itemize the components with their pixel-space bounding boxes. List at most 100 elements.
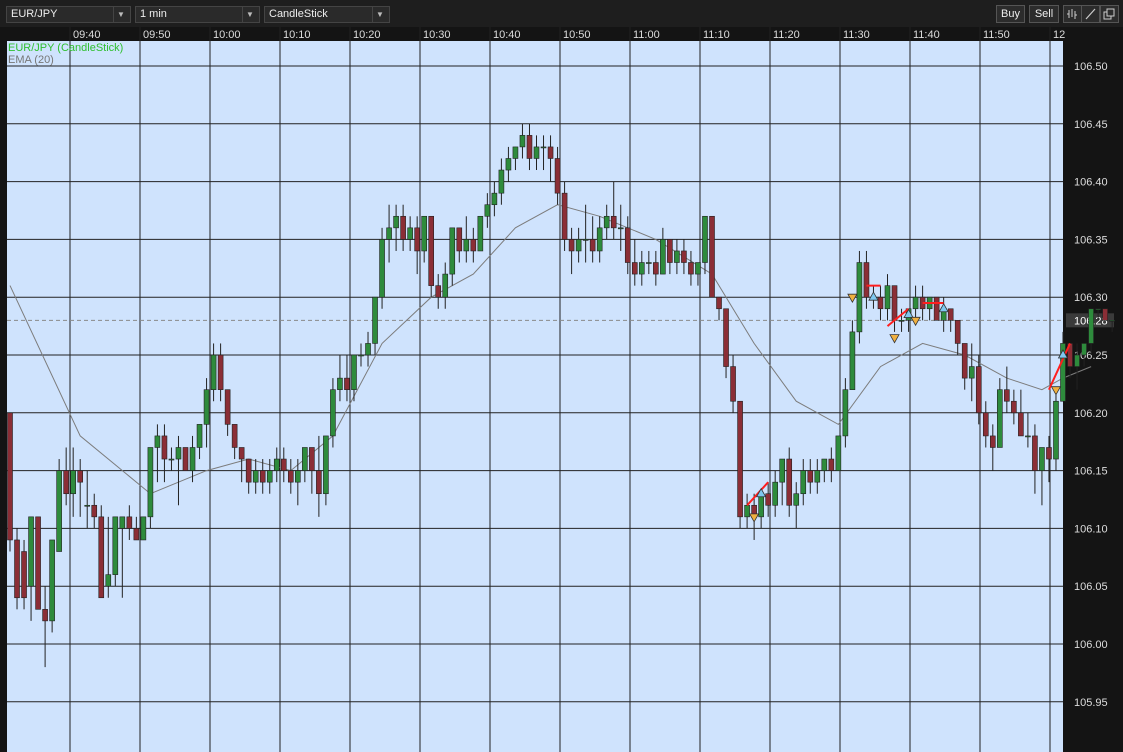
- x-tick-label: 10:40: [493, 29, 521, 41]
- candle-body: [1046, 447, 1052, 460]
- candle-body: [898, 320, 905, 322]
- candle-body: [189, 447, 196, 471]
- series-legend: EUR/JPY (CandleStick): [8, 42, 123, 54]
- candle-body: [1018, 412, 1024, 437]
- candle-body: [933, 296, 940, 321]
- candle-body: [695, 262, 701, 275]
- candle-body: [14, 539, 20, 599]
- candle-body: [63, 470, 69, 495]
- candle-body: [617, 227, 624, 230]
- candle-body: [975, 366, 982, 414]
- candle-body: [231, 424, 238, 448]
- candle-body: [414, 227, 420, 252]
- candle-body: [582, 239, 589, 241]
- candle-body: [554, 158, 561, 194]
- candle-body: [273, 458, 280, 471]
- y-tick-label: 106.20: [1074, 408, 1108, 420]
- candle-body: [477, 215, 484, 252]
- candle-body: [1053, 400, 1059, 460]
- candle-body: [126, 516, 133, 529]
- bars-icon[interactable]: [1063, 5, 1082, 23]
- candle-body: [259, 470, 266, 483]
- interval-select[interactable]: 1 min ▼: [135, 6, 260, 23]
- ema-legend: EMA (20): [8, 54, 54, 66]
- candle-body: [624, 227, 631, 263]
- toolbar: EUR/JPY ▼ 1 min ▼ CandleStick ▼ Buy Sell: [0, 0, 1123, 27]
- candle-body: [428, 215, 435, 286]
- x-tick-label: 11:20: [773, 29, 800, 41]
- chevron-down-icon: ▼: [372, 7, 387, 22]
- popout-icon[interactable]: [1100, 5, 1119, 23]
- candle-body: [512, 146, 519, 159]
- candle-body: [849, 331, 856, 390]
- candle-body: [154, 435, 161, 448]
- y-tick-label: 106.35: [1074, 234, 1108, 246]
- candle-body: [84, 504, 91, 507]
- candle-body: [603, 215, 610, 229]
- candle-body: [161, 435, 168, 460]
- candle-body: [175, 447, 182, 460]
- candle-body: [653, 262, 659, 275]
- candle-body: [442, 273, 449, 298]
- candle-body: [610, 215, 617, 229]
- candle-body: [828, 458, 835, 471]
- candle-body: [316, 470, 322, 495]
- buy-button[interactable]: Buy: [996, 5, 1025, 23]
- candle-body: [252, 470, 259, 483]
- candle-body: [168, 458, 175, 461]
- candle-body: [702, 215, 708, 263]
- candle-body: [912, 296, 919, 310]
- candle-body: [147, 447, 154, 518]
- candle-body: [891, 285, 898, 321]
- candle-body: [287, 470, 294, 483]
- candle-body: [210, 354, 217, 390]
- x-tick-label: 10:10: [283, 29, 311, 41]
- candle-body: [400, 215, 406, 240]
- sell-button[interactable]: Sell: [1029, 5, 1059, 23]
- candle-body: [758, 493, 764, 518]
- candle-body: [646, 262, 652, 264]
- candle-body: [21, 551, 27, 599]
- candle-body: [716, 296, 722, 310]
- x-tick-label: 10:00: [213, 29, 241, 41]
- candle-body: [779, 458, 786, 483]
- y-tick-label: 105.95: [1074, 697, 1108, 709]
- candle-body: [631, 262, 638, 275]
- candle-body: [954, 320, 961, 344]
- price-chart[interactable]: 106.50106.45106.40106.35106.30106.25106.…: [0, 27, 1123, 752]
- chart-style-select[interactable]: CandleStick ▼: [264, 6, 390, 23]
- y-tick-label: 106.00: [1074, 639, 1108, 651]
- candle-body: [351, 354, 357, 390]
- candle-body: [302, 447, 308, 471]
- candle-body: [674, 250, 680, 263]
- candle-body: [681, 250, 687, 263]
- candle-body: [688, 262, 694, 275]
- candle-body: [821, 458, 828, 471]
- x-tick-label: 11:00: [633, 29, 660, 41]
- x-tick-label: 11:40: [913, 29, 940, 41]
- draw-line-icon[interactable]: [1081, 5, 1100, 23]
- candle-body: [379, 239, 385, 298]
- candle-body: [1011, 400, 1017, 414]
- candle-body: [42, 609, 48, 622]
- symbol-value: EUR/JPY: [11, 8, 58, 20]
- candle-body: [224, 389, 231, 425]
- candle-body: [344, 377, 350, 390]
- candle-body: [547, 146, 554, 159]
- x-tick-label: 10:30: [423, 29, 451, 41]
- candle-body: [70, 470, 76, 495]
- candle-body: [842, 389, 849, 437]
- candle-body: [744, 504, 750, 518]
- candle-body: [203, 389, 210, 425]
- candle-body: [28, 516, 34, 587]
- symbol-select[interactable]: EUR/JPY ▼: [6, 6, 131, 23]
- candle-body: [49, 539, 55, 622]
- candle-body: [112, 516, 119, 575]
- candle-body: [491, 192, 498, 206]
- candle-body: [786, 458, 793, 506]
- candle-body: [1039, 447, 1045, 471]
- candle-body: [947, 308, 954, 321]
- candle-body: [217, 354, 224, 390]
- candle-body: [968, 366, 975, 379]
- candle-body: [709, 215, 715, 298]
